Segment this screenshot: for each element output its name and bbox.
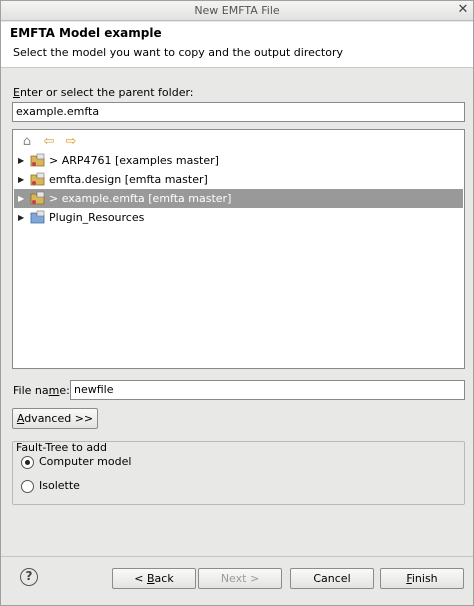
expand-arrow-icon[interactable]: ▶	[18, 208, 26, 227]
project-folder-icon	[30, 153, 45, 167]
wizard-header: EMFTA Model example Select the model you…	[1, 22, 473, 68]
home-icon[interactable]: ⌂	[19, 134, 35, 150]
parent-folder-input[interactable]: example.emfta	[12, 102, 465, 122]
tree-item-label: > ARP4761 [examples master]	[49, 154, 219, 167]
tree-item-label: Plugin_Resources	[49, 211, 145, 224]
finish-button[interactable]: Finish	[380, 568, 464, 589]
tree-item-arp4761[interactable]: ▶ > ARP4761 [examples master]	[14, 151, 463, 170]
expand-arrow-icon[interactable]: ▶	[18, 189, 26, 208]
footer-divider	[1, 556, 473, 557]
cancel-button[interactable]: Cancel	[290, 568, 374, 589]
page-title: EMFTA Model example	[10, 26, 162, 40]
tree-item-emfta-design[interactable]: ▶ emfta.design [emfta master]	[14, 170, 463, 189]
back-arrow-icon[interactable]: ⇦	[41, 134, 57, 150]
tree-item-label: > example.emfta [emfta master]	[49, 192, 232, 205]
file-name-input[interactable]: newfile	[70, 380, 465, 400]
isolette-radio[interactable]	[21, 480, 34, 493]
advanced-button[interactable]: Advanced >>	[12, 408, 98, 429]
tree-item-label: emfta.design [emfta master]	[49, 173, 208, 186]
tree-item-example-emfta[interactable]: ▶ > example.emfta [emfta master]	[14, 189, 463, 208]
page-description: Select the model you want to copy and th…	[13, 46, 343, 59]
fault-tree-group: Fault-Tree to add Computer model Isolett…	[12, 441, 465, 505]
expand-arrow-icon[interactable]: ▶	[18, 170, 26, 189]
window-title: New EMFTA File	[194, 4, 280, 17]
close-icon[interactable]: ✕	[456, 3, 470, 18]
fault-tree-group-title: Fault-Tree to add	[16, 441, 108, 454]
isolette-label: Isolette	[39, 479, 80, 492]
file-name-label: File name:	[13, 384, 70, 397]
computer-model-radio[interactable]	[21, 456, 34, 469]
computer-model-label: Computer model	[39, 455, 132, 468]
folder-tree[interactable]: ⌂ ⇦ ⇨ ▶ > ARP4761 [examples master] ▶ em…	[12, 129, 465, 369]
parent-folder-label: Enter or select the parent folder:	[13, 86, 194, 99]
expand-arrow-icon[interactable]: ▶	[18, 151, 26, 170]
title-bar: New EMFTA File ✕	[1, 1, 473, 21]
help-icon[interactable]: ?	[20, 568, 38, 586]
back-button[interactable]: < Back	[112, 568, 196, 589]
dialog-window: New EMFTA File ✕ EMFTA Model example Sel…	[0, 0, 474, 606]
project-folder-icon	[30, 191, 45, 205]
forward-arrow-icon[interactable]: ⇨	[63, 134, 79, 150]
project-folder-icon	[30, 172, 45, 186]
folder-icon	[30, 210, 45, 224]
next-button[interactable]: Next >	[198, 568, 282, 589]
tree-item-plugin-resources[interactable]: ▶ Plugin_Resources	[14, 208, 463, 227]
